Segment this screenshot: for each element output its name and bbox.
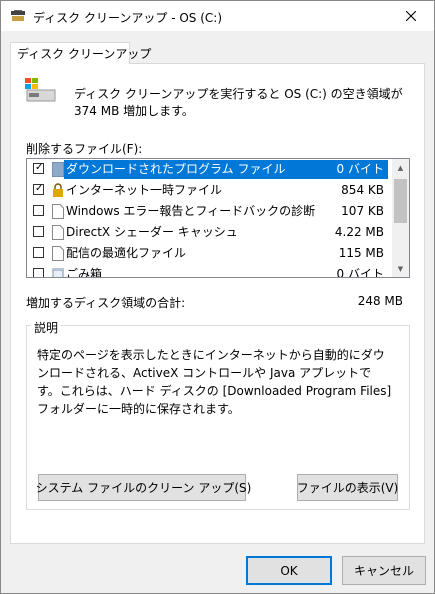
clean-system-files-label: システム ファイルのクリーン アップ(S) <box>35 481 252 495</box>
item-name: ごみ箱 <box>66 267 103 278</box>
item-name: 配信の最適化ファイル <box>66 246 187 260</box>
scroll-thumb[interactable] <box>394 179 407 223</box>
item-checkbox[interactable]: ✓ <box>33 183 44 195</box>
scroll-down-button[interactable]: ▼ <box>392 260 409 277</box>
item-name: ダウンロードされたプログラム ファイル <box>64 160 311 179</box>
list-item[interactable]: Windows エラー報告とフィードバックの診断 107 KB <box>27 201 392 222</box>
recycle-bin-icon <box>52 268 64 277</box>
item-size: 854 KB <box>341 183 384 197</box>
item-name: インターネット一時ファイル <box>66 183 223 197</box>
item-checkbox[interactable] <box>33 226 44 237</box>
item-size: 107 KB <box>341 204 384 218</box>
check-mark-icon: ✓ <box>35 162 44 173</box>
item-name: DirectX シェーダー キャッシュ <box>66 225 238 239</box>
item-checkbox[interactable]: ✓ <box>33 162 44 174</box>
scroll-up-button[interactable]: ▲ <box>392 159 409 176</box>
total-space-label: 増加するディスク領域の合計: <box>26 296 186 310</box>
list-item[interactable]: 配信の最適化ファイル 115 MB <box>27 243 392 264</box>
check-mark-icon: ✓ <box>35 183 44 194</box>
list-item[interactable]: ✓ ダウンロードされたプログラム ファイル 0 バイト <box>27 159 392 180</box>
ok-button[interactable]: OK <box>246 556 332 585</box>
list-scrollbar[interactable]: ▲ ▼ <box>392 159 409 277</box>
item-checkbox[interactable] <box>33 247 44 258</box>
item-size: 115 MB <box>338 246 384 260</box>
item-size: 4.22 MB <box>334 225 384 239</box>
tab-disk-cleanup[interactable]: ディスク クリーンアップ <box>10 42 151 64</box>
window-title: ディスク クリーンアップ - OS (C:) <box>33 11 222 25</box>
cancel-button[interactable]: キャンセル <box>342 556 426 585</box>
files-list[interactable]: ✓ ダウンロードされたプログラム ファイル 0 バイト ✓ インターネット一時ファイル 8… <box>26 158 410 278</box>
files-to-delete-label: 削除するファイル(F): <box>26 142 143 156</box>
total-space-value: 248 MB <box>357 294 403 308</box>
item-checkbox[interactable] <box>33 205 44 216</box>
list-item[interactable]: DirectX シェーダー キャッシュ 4.22 MB <box>27 222 392 243</box>
folder-icon <box>52 162 64 177</box>
file-icon <box>52 246 64 261</box>
item-size: 0 バイト <box>336 267 384 278</box>
intro-text: ディスク クリーンアップを実行すると OS (C:) の空き領域が 374 MB… <box>74 87 403 118</box>
disk-cleanup-icon <box>11 10 25 21</box>
item-checkbox[interactable] <box>33 268 44 277</box>
close-icon <box>406 11 416 21</box>
file-icon <box>52 225 64 240</box>
description-legend: 説明 <box>31 319 62 336</box>
close-button[interactable] <box>388 1 434 31</box>
view-files-button[interactable]: ファイルの表示(V) <box>297 474 398 501</box>
lock-icon <box>53 183 63 197</box>
drive-icon <box>25 78 56 102</box>
disk-cleanup-dialog: ディスク クリーンアップ - OS (C:) ディスク クリーンアップ ディスク… <box>0 0 435 594</box>
description-text: 特定のページを表示したときにインターネットから自動的にダウンロードされる、Act… <box>37 348 392 416</box>
clean-system-files-button[interactable]: システム ファイルのクリーン アップ(S) <box>36 474 251 501</box>
title-bar[interactable]: ディスク クリーンアップ - OS (C:) <box>1 1 434 31</box>
file-icon <box>52 204 64 219</box>
item-name: Windows エラー報告とフィードバックの診断 <box>66 204 316 218</box>
list-item[interactable]: ✓ インターネット一時ファイル 854 KB <box>27 180 392 201</box>
list-item[interactable]: ごみ箱 0 バイト <box>27 264 392 278</box>
item-size: 0 バイト <box>309 160 388 179</box>
